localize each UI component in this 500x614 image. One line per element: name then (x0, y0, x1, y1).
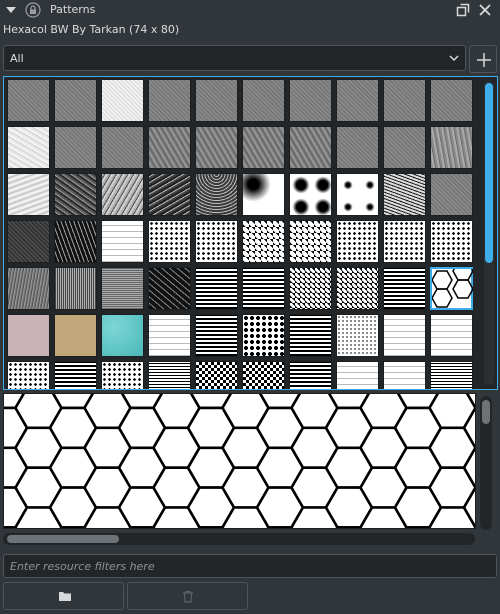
pattern-tile[interactable] (7, 173, 50, 216)
pattern-tile[interactable] (289, 79, 332, 122)
pattern-tile[interactable] (336, 173, 379, 216)
pattern-tile[interactable] (336, 361, 379, 389)
pattern-tile[interactable] (336, 126, 379, 169)
pattern-tile[interactable] (54, 267, 97, 310)
pattern-tile[interactable] (336, 220, 379, 263)
docker-title: Patterns (50, 3, 96, 16)
grid-scrollbar[interactable] (484, 81, 494, 385)
pattern-tile[interactable] (101, 267, 144, 310)
pattern-tile[interactable] (101, 79, 144, 122)
tag-filter-dropdown[interactable]: All (3, 45, 466, 71)
pattern-tile[interactable] (7, 220, 50, 263)
pattern-tile[interactable] (7, 267, 50, 310)
delete-resource-button[interactable] (127, 582, 248, 610)
pattern-tile[interactable] (54, 220, 97, 263)
pattern-tile[interactable] (101, 220, 144, 263)
pattern-tile[interactable] (383, 314, 426, 357)
pattern-tiles (7, 79, 477, 389)
pattern-tile[interactable] (242, 126, 285, 169)
pattern-tile[interactable] (54, 314, 97, 357)
pattern-tile[interactable] (242, 314, 285, 357)
pattern-tile[interactable] (289, 267, 332, 310)
pattern-tile[interactable] (54, 361, 97, 389)
pattern-tile[interactable] (195, 314, 238, 357)
pattern-tile[interactable] (430, 361, 473, 389)
pattern-tile[interactable] (242, 220, 285, 263)
pattern-tile[interactable] (7, 361, 50, 389)
pattern-tile[interactable] (383, 220, 426, 263)
plus-icon (477, 53, 491, 67)
pattern-tile[interactable] (336, 267, 379, 310)
pattern-tile[interactable] (195, 126, 238, 169)
pattern-tile[interactable] (430, 220, 473, 263)
pattern-tile[interactable] (289, 314, 332, 357)
pattern-tile[interactable] (242, 79, 285, 122)
preview-vertical-scrollbar[interactable] (480, 396, 492, 530)
pattern-tile[interactable] (7, 79, 50, 122)
float-icon[interactable] (456, 3, 470, 17)
chevron-down-icon (449, 55, 459, 62)
pattern-tile[interactable] (148, 220, 191, 263)
pattern-tile[interactable] (148, 126, 191, 169)
pattern-tile[interactable] (101, 173, 144, 216)
pattern-tile[interactable] (289, 361, 332, 389)
pattern-tile[interactable] (430, 314, 473, 357)
lock-icon[interactable] (25, 2, 41, 18)
docker-titlebar: Patterns (0, 0, 500, 20)
pattern-tile[interactable] (54, 173, 97, 216)
pattern-tile[interactable] (7, 314, 50, 357)
pattern-tile[interactable] (148, 361, 191, 389)
pattern-tile[interactable] (54, 126, 97, 169)
pattern-tile[interactable] (195, 267, 238, 310)
pattern-tile[interactable] (383, 126, 426, 169)
pattern-tile[interactable] (289, 173, 332, 216)
pattern-tile[interactable] (54, 79, 97, 122)
pattern-tile[interactable] (430, 261, 474, 310)
pattern-tile[interactable] (430, 126, 473, 169)
pattern-tile[interactable] (336, 314, 379, 357)
pattern-name-label: Hexacol BW By Tarkan (74 x 80) (3, 23, 180, 36)
pattern-tile[interactable] (383, 173, 426, 216)
pattern-tile[interactable] (289, 220, 332, 263)
pattern-tile[interactable] (383, 361, 426, 389)
add-tag-button[interactable] (469, 45, 497, 73)
pattern-tile[interactable] (101, 314, 144, 357)
resource-filter-input[interactable] (3, 554, 497, 578)
pattern-tile[interactable] (101, 361, 144, 389)
pattern-tile[interactable] (383, 79, 426, 122)
pattern-tile[interactable] (195, 79, 238, 122)
pattern-tile[interactable] (242, 267, 285, 310)
pattern-preview (3, 393, 476, 529)
pattern-tile[interactable] (148, 267, 191, 310)
hexagon-preview-image (4, 394, 475, 528)
pattern-tile[interactable] (430, 79, 473, 122)
pattern-tile[interactable] (195, 173, 238, 216)
pattern-tile[interactable] (101, 126, 144, 169)
pattern-tile[interactable] (430, 173, 473, 216)
trash-icon (183, 590, 193, 603)
pattern-tile[interactable] (336, 79, 379, 122)
preview-hscroll-thumb[interactable] (7, 535, 119, 543)
pattern-tile[interactable] (195, 361, 238, 389)
pattern-tile[interactable] (383, 267, 426, 310)
preview-horizontal-scrollbar[interactable] (3, 533, 475, 545)
pattern-tile[interactable] (195, 220, 238, 263)
close-icon[interactable] (478, 3, 492, 17)
pattern-tile[interactable] (242, 361, 285, 389)
triangle-down-icon[interactable] (5, 4, 17, 16)
pattern-tile[interactable] (7, 126, 50, 169)
grid-scrollbar-thumb[interactable] (485, 83, 493, 263)
pattern-tile[interactable] (289, 126, 332, 169)
pattern-grid (3, 76, 498, 390)
folder-icon (59, 592, 71, 601)
pattern-tile[interactable] (148, 314, 191, 357)
pattern-tile[interactable] (148, 79, 191, 122)
import-resource-button[interactable] (3, 582, 124, 610)
preview-vscroll-thumb[interactable] (482, 400, 490, 424)
pattern-tile[interactable] (242, 173, 285, 216)
dropdown-value: All (10, 52, 24, 65)
pattern-tile[interactable] (148, 173, 191, 216)
